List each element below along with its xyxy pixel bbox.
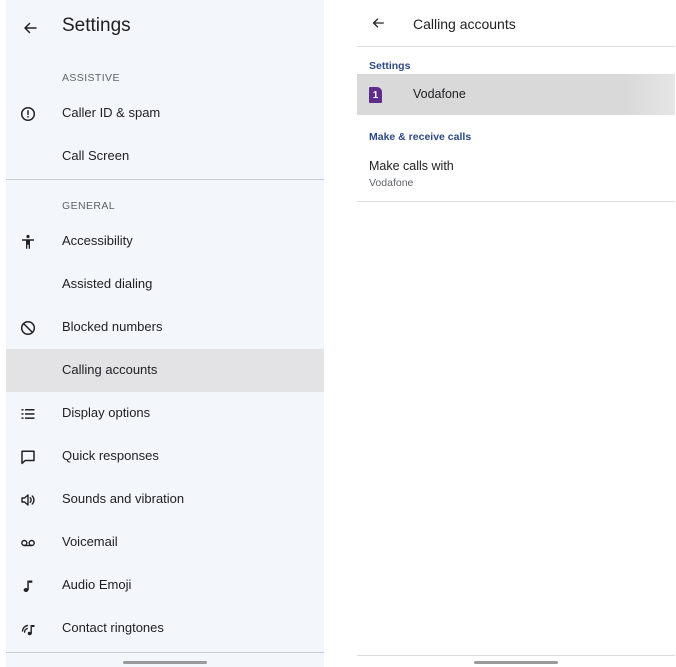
settings-item-blocked-numbers[interactable]: Blocked numbers — [6, 306, 324, 349]
settings-item-sounds-vibration[interactable]: Sounds and vibration — [6, 478, 324, 521]
music-note-icon — [16, 574, 40, 598]
settings-item-label: Accessibility — [62, 233, 133, 248]
make-calls-with-preference[interactable]: Make calls with Vodafone — [357, 150, 675, 200]
preference-value: Vodafone — [369, 177, 414, 189]
settings-item-label: Contact ringtones — [62, 620, 164, 635]
section-header-assistive: ASSISTIVE — [62, 72, 120, 84]
settings-item-audio-emoji[interactable]: Audio Emoji — [6, 564, 324, 607]
settings-item-accessibility[interactable]: Accessibility — [6, 220, 324, 263]
bottom-divider — [357, 655, 675, 656]
list-icon — [16, 402, 40, 426]
accessibility-icon — [16, 230, 40, 254]
gesture-bar[interactable] — [474, 661, 558, 664]
settings-item-voicemail[interactable]: Voicemail — [6, 521, 324, 564]
settings-item-label: Quick responses — [62, 448, 159, 463]
section-header-settings: Settings — [369, 60, 411, 72]
section-header-make-receive-calls: Make & receive calls — [369, 131, 472, 143]
settings-item-label: Sounds and vibration — [62, 491, 185, 506]
calling-accounts-panel: Calling accounts Settings 1 Vodafone Mak… — [357, 0, 675, 667]
settings-item-label: Call Screen — [62, 148, 130, 163]
ringtone-icon — [16, 617, 40, 641]
settings-item-label: Assisted dialing — [62, 276, 153, 291]
settings-item-label: Blocked numbers — [62, 319, 163, 334]
settings-item-contact-ringtones[interactable]: Contact ringtones — [6, 607, 324, 650]
sim-card-icon: 1 — [369, 87, 382, 103]
settings-item-label: Caller ID & spam — [62, 105, 161, 120]
speaker-icon — [16, 488, 40, 512]
sim-number: 1 — [372, 89, 379, 101]
page-title: Calling accounts — [413, 16, 516, 32]
account-row-vodafone[interactable]: 1 Vodafone — [357, 74, 675, 115]
chat-bubble-icon — [16, 445, 40, 469]
settings-item-assisted-dialing[interactable]: Assisted dialing — [6, 263, 324, 306]
bottom-divider — [6, 652, 324, 653]
account-name: Vodafone — [413, 87, 466, 101]
gesture-bar[interactable] — [123, 661, 207, 664]
settings-item-calling-accounts[interactable]: Calling accounts — [6, 349, 324, 392]
calling-accounts-header: Calling accounts — [357, 0, 675, 46]
header-divider — [357, 46, 675, 47]
section-divider — [6, 179, 324, 180]
info-circle-icon — [16, 102, 40, 126]
settings-item-label: Display options — [62, 405, 151, 420]
settings-item-caller-id[interactable]: Caller ID & spam — [6, 92, 324, 135]
preference-title: Make calls with — [369, 159, 454, 173]
back-button[interactable] — [367, 12, 389, 34]
arrow-back-icon — [24, 22, 37, 34]
settings-panel: Settings ASSISTIVE Caller ID & spam Call… — [6, 0, 324, 667]
settings-header: Settings — [6, 0, 324, 56]
settings-item-label: Audio Emoji — [62, 577, 132, 592]
settings-item-quick-responses[interactable]: Quick responses — [6, 435, 324, 478]
voicemail-icon — [16, 531, 40, 555]
settings-item-label: Voicemail — [62, 534, 118, 549]
settings-item-call-screen[interactable]: Call Screen — [6, 135, 324, 178]
preference-divider — [357, 201, 675, 202]
settings-item-display-options[interactable]: Display options — [6, 392, 324, 435]
page-title: Settings — [62, 15, 131, 36]
block-icon — [16, 316, 40, 340]
arrow-back-icon — [372, 18, 384, 28]
back-button[interactable] — [18, 16, 42, 40]
settings-item-label: Calling accounts — [62, 362, 158, 377]
section-header-general: GENERAL — [62, 200, 115, 212]
